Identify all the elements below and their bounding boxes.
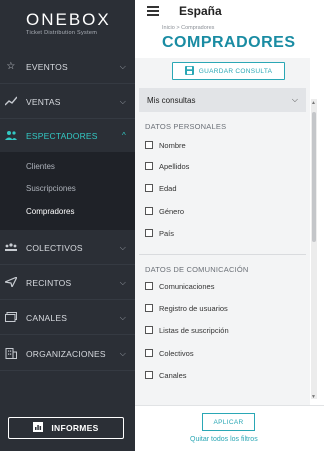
- submenu-item-suscripciones[interactable]: Suscripciones: [26, 184, 76, 193]
- chevron-down-icon: ⌵: [119, 61, 126, 71]
- checkbox[interactable]: [145, 282, 153, 290]
- brand-logo[interactable]: ONEBOX Ticket Distribution System: [0, 0, 135, 44]
- checkbox[interactable]: [145, 304, 153, 312]
- checkbox[interactable]: [145, 207, 153, 215]
- filter-option-nombre[interactable]: Nombre: [145, 139, 186, 151]
- checkbox[interactable]: [145, 326, 153, 334]
- filter-option-pais[interactable]: País: [145, 227, 174, 239]
- chevron-down-icon: ⌵: [291, 95, 298, 104]
- filter-option-label: Registro de usuarios: [159, 303, 228, 313]
- sidebar-item-label: ESPECTADORES: [26, 130, 98, 141]
- sidebar-item-label: CANALES: [26, 312, 68, 323]
- sidebar-item-recintos[interactable]: RECINTOS ⌵: [0, 266, 135, 300]
- sidebar-item-colectivos[interactable]: COLECTIVOS ⌵: [0, 231, 135, 265]
- espectadores-submenu: Clientes Suscripciones Compradores: [0, 152, 135, 230]
- checkbox[interactable]: [145, 349, 153, 357]
- checkbox[interactable]: [145, 184, 153, 192]
- filter-option-label: Género: [159, 206, 185, 216]
- sidebar-item-ventas[interactable]: VENTAS ⌵: [0, 85, 135, 119]
- star-icon: ☆: [6, 60, 16, 72]
- scroll-down-icon[interactable]: ▼: [311, 394, 316, 400]
- checkbox[interactable]: [145, 162, 153, 170]
- save-icon: [184, 65, 194, 77]
- breadcrumb[interactable]: Inicio > Compradores: [162, 25, 214, 31]
- users-icon: [5, 130, 17, 142]
- filter-option-apellidos[interactable]: Apellidos: [145, 160, 189, 172]
- reports-label: INFORMES: [51, 423, 99, 433]
- chevron-down-icon: ⌵: [119, 277, 126, 287]
- section-title-personal: DATOS PERSONALES: [145, 122, 227, 131]
- section-divider: [139, 254, 306, 255]
- chart-icon: [33, 422, 44, 434]
- filter-option-comunicaciones[interactable]: Comunicaciones: [145, 280, 214, 292]
- groups-icon: [5, 242, 17, 254]
- filter-option-label: Listas de suscripción: [159, 325, 229, 335]
- save-query-label: GUARDAR CONSULTA: [198, 67, 273, 75]
- filter-option-label: Comunicaciones: [159, 281, 215, 291]
- filter-option-label: Canales: [159, 370, 187, 380]
- sidebar-item-label: EVENTOS: [26, 61, 68, 72]
- checkbox[interactable]: [145, 141, 153, 149]
- section-title-communication: DATOS DE COMUNICACIÓN: [145, 265, 249, 274]
- window-icon: [5, 311, 17, 324]
- building-icon: [5, 347, 17, 360]
- chevron-down-icon: ⌵: [119, 348, 126, 358]
- brand-tagline: Ticket Distribution System: [26, 30, 98, 36]
- sidebar: ONEBOX Ticket Distribution System ☆ EVEN…: [0, 0, 135, 451]
- submenu-item-compradores[interactable]: Compradores: [26, 207, 74, 216]
- sidebar-item-organizaciones[interactable]: ORGANIZACIONES ⌵: [0, 337, 135, 371]
- reports-button[interactable]: INFORMES: [8, 417, 124, 439]
- filter-option-edad[interactable]: Edad: [145, 182, 177, 194]
- filter-option-listas-suscripcion[interactable]: Listas de suscripción: [145, 324, 229, 336]
- checkbox[interactable]: [145, 371, 153, 379]
- sidebar-item-label: VENTAS: [26, 96, 61, 107]
- chevron-up-icon: ^: [122, 131, 126, 140]
- my-queries-dropdown[interactable]: Mis consultas ⌵: [139, 88, 306, 112]
- sidebar-item-espectadores[interactable]: ESPECTADORES ^: [0, 119, 135, 153]
- hamburger-menu-icon[interactable]: [147, 6, 159, 16]
- sidebar-item-label: COLECTIVOS: [26, 242, 83, 253]
- page-title: COMPRADORES: [162, 34, 296, 51]
- filter-option-colectivos[interactable]: Colectivos: [145, 347, 194, 359]
- sidebar-item-canales[interactable]: CANALES ⌵: [0, 301, 135, 335]
- chevron-down-icon: ⌵: [119, 312, 126, 322]
- checkbox[interactable]: [145, 229, 153, 237]
- filter-option-label: Apellidos: [159, 161, 190, 171]
- my-queries-label: Mis consultas: [147, 95, 196, 105]
- chevron-down-icon: ⌵: [119, 96, 126, 106]
- clear-filters-link[interactable]: Quitar todos los filtros: [190, 436, 258, 443]
- brand-name: ONEBOX: [26, 10, 111, 29]
- save-query-button[interactable]: GUARDAR CONSULTA: [172, 62, 285, 80]
- sidebar-item-label: RECINTOS: [26, 277, 72, 288]
- scroll-up-icon[interactable]: ▲: [311, 100, 316, 106]
- sidebar-item-label: ORGANIZACIONES: [26, 348, 106, 359]
- send-icon: [2, 275, 19, 289]
- apply-button[interactable]: APLICAR: [202, 413, 255, 431]
- country-selector[interactable]: España: [179, 4, 222, 18]
- filter-option-label: Edad: [159, 183, 177, 193]
- scrollbar-thumb[interactable]: [312, 112, 316, 242]
- filter-option-label: Colectivos: [159, 348, 194, 358]
- filter-option-label: Nombre: [159, 140, 186, 150]
- sidebar-item-eventos[interactable]: ☆ EVENTOS ⌵: [0, 50, 135, 84]
- filter-option-genero[interactable]: Género: [145, 205, 184, 217]
- filter-option-canales[interactable]: Canales: [145, 369, 187, 381]
- filter-option-registro-usuarios[interactable]: Registro de usuarios: [145, 302, 228, 314]
- submenu-item-clientes[interactable]: Clientes: [26, 162, 55, 171]
- filter-option-label: País: [159, 228, 175, 238]
- chevron-down-icon: ⌵: [119, 242, 126, 252]
- trend-icon: [4, 96, 18, 108]
- top-header: España: [135, 0, 324, 22]
